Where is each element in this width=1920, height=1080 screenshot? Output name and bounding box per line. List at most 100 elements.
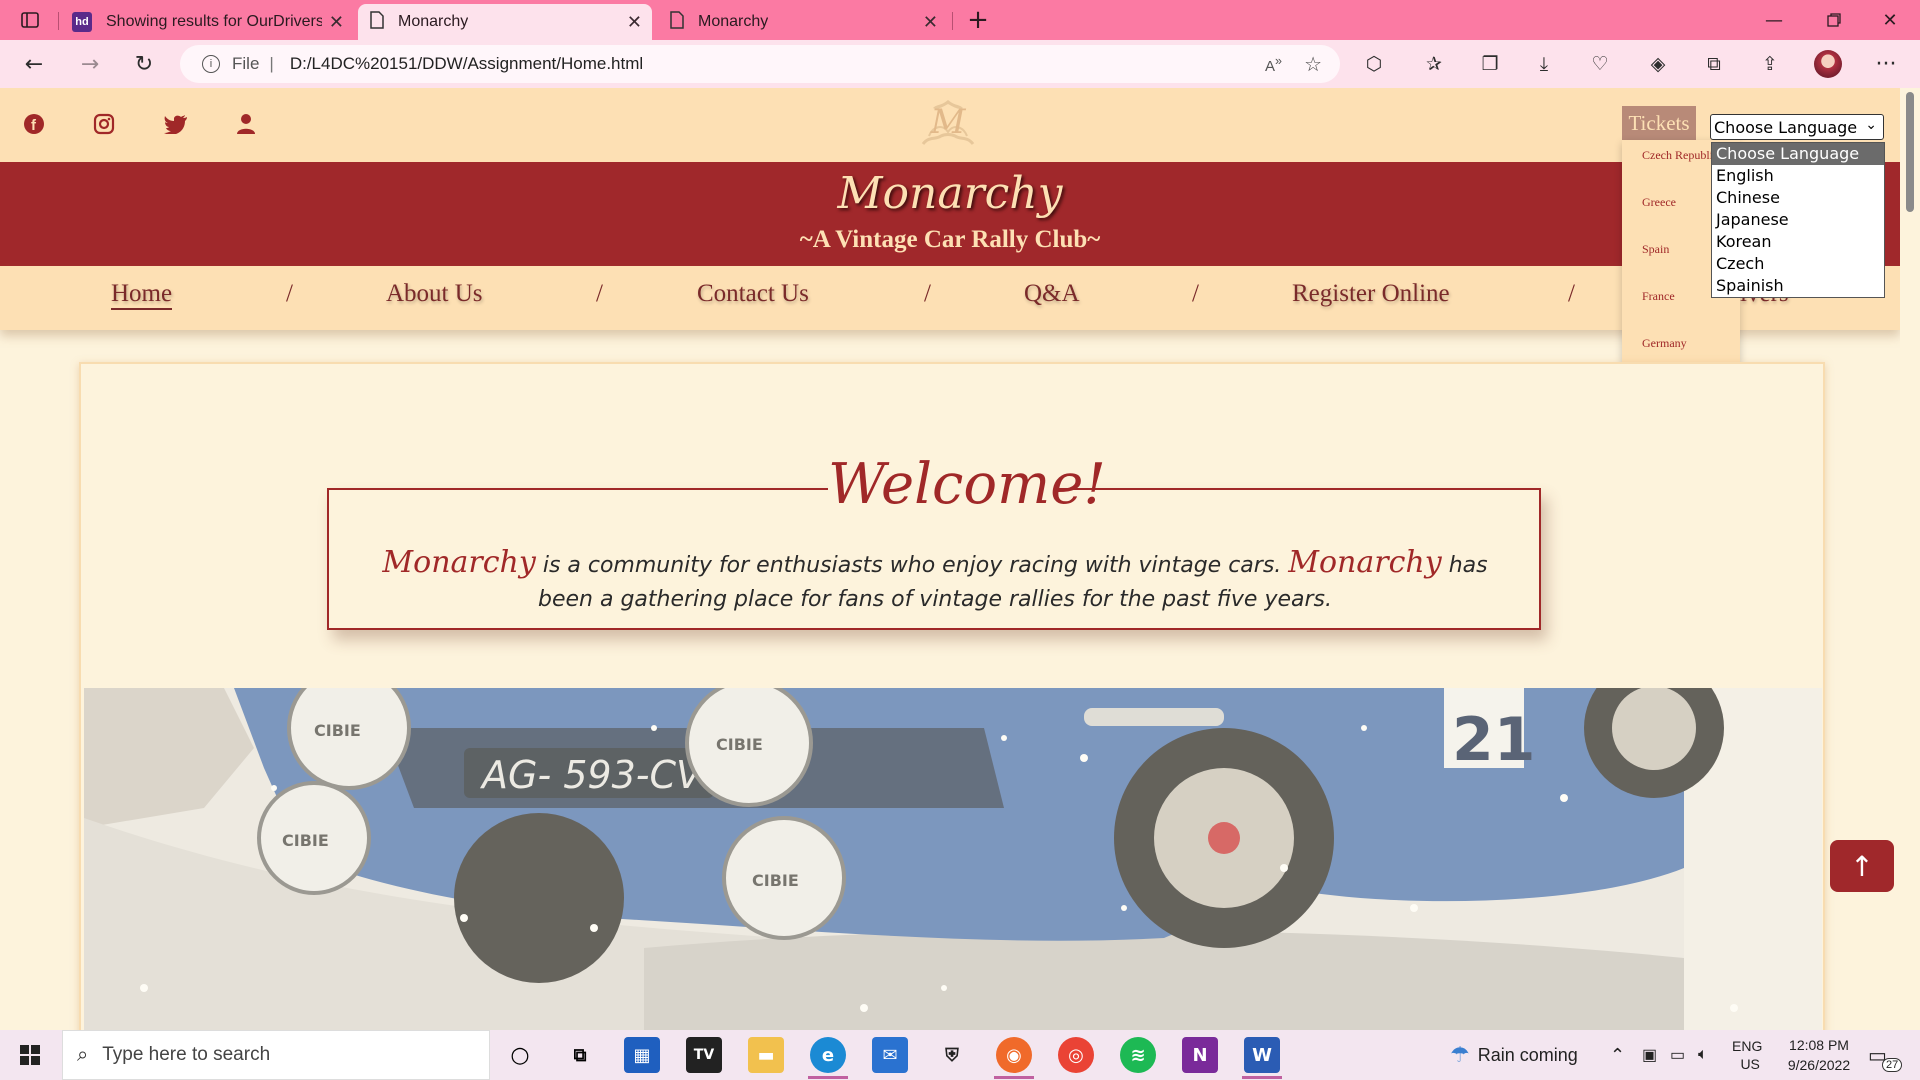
user-icon[interactable]	[232, 110, 260, 138]
language-option[interactable]: Spainish	[1712, 275, 1884, 297]
weather-widget[interactable]: ☂ Rain coming	[1450, 1030, 1578, 1080]
browser-essentials-icon[interactable]: ◈	[1638, 40, 1678, 88]
clock[interactable]: 12:08 PM 9/26/2022	[1776, 1030, 1862, 1080]
back-arrow-icon[interactable]: ←	[14, 40, 54, 88]
edge-browser-icon[interactable]: e	[810, 1037, 846, 1073]
tickets-item-france[interactable]: France	[1642, 289, 1675, 304]
minimize-icon[interactable]: —	[1746, 0, 1802, 40]
favorites-icon[interactable]: ✰	[1414, 40, 1454, 88]
tickets-item-greece[interactable]: Greece	[1642, 195, 1676, 210]
twitter-icon[interactable]	[162, 110, 190, 138]
performance-icon[interactable]: ♡	[1580, 40, 1620, 88]
file-explorer-icon[interactable]: ▬	[748, 1037, 784, 1073]
close-tab-icon[interactable]: ✕	[627, 12, 642, 33]
notification-count: 27	[1882, 1058, 1903, 1072]
tab-search-results[interactable]: hd Showing results for OurDrivers.h ✕	[64, 4, 354, 40]
nav-home[interactable]: Home	[111, 280, 173, 310]
collections-icon[interactable]: ❐	[1470, 40, 1510, 88]
share-icon[interactable]: ⇪	[1750, 40, 1790, 88]
chevron-down-icon: ⌄	[1865, 117, 1877, 133]
tickets-button[interactable]: Tickets	[1622, 106, 1696, 140]
tickets-item-spain[interactable]: Spain	[1642, 242, 1669, 257]
nav-separator: /	[1568, 280, 1575, 307]
tab-monarchy-active[interactable]: Monarchy ✕	[358, 4, 652, 40]
scrollbar-thumb[interactable]	[1906, 92, 1914, 212]
tickets-item-czech-republic[interactable]: Czech Republic	[1642, 148, 1718, 163]
tradingview-icon[interactable]: TV	[686, 1037, 722, 1073]
language-indicator[interactable]: ENG US	[1732, 1030, 1762, 1080]
rally-car-photo: AG- 593-CV CIBIE CIBIE CIBIE CIBIE 21	[84, 688, 1822, 1058]
profile-avatar[interactable]	[1808, 40, 1848, 88]
page-scrollbar[interactable]	[1900, 88, 1920, 1030]
tickets-item-germany[interactable]: Germany	[1642, 336, 1687, 351]
header-banner: Monarchy ~A Vintage Car Rally Club~	[0, 162, 1900, 266]
browser-tab-bar: hd Showing results for OurDrivers.h ✕ Mo…	[0, 0, 1920, 40]
task-view-icon[interactable]: ⧉	[562, 1037, 598, 1073]
region-code: US	[1740, 1056, 1760, 1072]
mail-icon[interactable]: ✉	[872, 1037, 908, 1073]
close-window-icon[interactable]: ✕	[1862, 0, 1918, 40]
new-tab-icon[interactable]: +	[950, 0, 1006, 40]
close-tab-icon[interactable]: ✕	[329, 12, 344, 33]
language-options-list: Choose Language English Chinese Japanese…	[1711, 142, 1885, 298]
battery-icon[interactable]: ▭	[1670, 1030, 1685, 1080]
nav-register-online[interactable]: Register Online	[1292, 280, 1450, 308]
close-tab-icon[interactable]: ✕	[923, 12, 938, 33]
meet-now-icon[interactable]: ▣	[1642, 1030, 1657, 1080]
nav-separator: /	[596, 280, 603, 307]
welcome-title: Welcome!	[828, 450, 1106, 520]
download-icon[interactable]: ⤓	[1524, 40, 1564, 88]
instagram-icon[interactable]	[90, 110, 118, 138]
tab-separator	[58, 12, 59, 30]
forward-arrow-icon[interactable]: →	[70, 40, 110, 88]
language-option[interactable]: Choose Language	[1712, 143, 1884, 165]
chevron-up-icon[interactable]: ⌃	[1610, 1030, 1625, 1080]
page-icon	[670, 10, 684, 34]
favorite-add-icon[interactable]: ☆	[1304, 52, 1322, 77]
read-aloud-icon[interactable]: A»	[1265, 54, 1282, 75]
tab-monarchy[interactable]: Monarchy ✕	[658, 4, 948, 40]
language-option[interactable]: Chinese	[1712, 187, 1884, 209]
language-option[interactable]: English	[1712, 165, 1884, 187]
top-strip: f M Tickets	[0, 88, 1900, 162]
monarchy-logo[interactable]: M	[915, 96, 981, 152]
security-shield-icon[interactable]: ⛨	[934, 1037, 970, 1073]
reload-icon[interactable]: ↻	[124, 40, 164, 88]
nav-contact-us[interactable]: Contact Us	[697, 280, 809, 308]
more-menu-icon[interactable]: ···	[1866, 40, 1906, 88]
site-brand-title: Monarchy	[837, 168, 1063, 219]
notification-center[interactable]: ▭ 27	[1868, 1030, 1903, 1080]
language-option[interactable]: Czech	[1712, 253, 1884, 275]
nav-qa[interactable]: Q&A	[1024, 280, 1080, 308]
cortana-icon[interactable]: ○	[502, 1037, 538, 1073]
url-text[interactable]: D:/L4DC%20151/DDW/Assignment/Home.html	[290, 54, 643, 74]
language-option[interactable]: Japanese	[1712, 209, 1884, 231]
volume-icon[interactable]: 🔈︎	[1698, 1030, 1708, 1080]
address-bar[interactable]: i File | D:/L4DC%20151/DDW/Assignment/Ho…	[180, 45, 1340, 83]
back-to-top-button[interactable]: ↑	[1830, 840, 1894, 892]
screenshot-icon[interactable]: ⧉	[1694, 40, 1734, 88]
word-icon[interactable]: W	[1244, 1037, 1280, 1073]
nav-about-us[interactable]: About Us	[386, 280, 483, 308]
firefox-icon[interactable]: ◉	[996, 1037, 1032, 1073]
tab-actions-icon[interactable]	[2, 0, 58, 40]
microsoft-store-icon[interactable]: ▦	[624, 1037, 660, 1073]
info-icon[interactable]: i	[202, 55, 220, 73]
facebook-icon[interactable]: f	[20, 110, 48, 138]
language-option[interactable]: Korean	[1712, 231, 1884, 253]
windows-taskbar: ⌕ Type here to search ○ ⧉ ▦ TV ▬ e ✉ ⛨ ◉…	[0, 1030, 1920, 1080]
inline-brand: Monarchy	[1288, 545, 1442, 580]
extensions-icon[interactable]: ⬡	[1354, 40, 1394, 88]
logo-letter: M	[930, 102, 966, 142]
tab-title: Showing results for OurDrivers.h	[106, 13, 322, 30]
chrome-icon[interactable]: ◎	[1058, 1037, 1094, 1073]
windows-start-icon[interactable]	[12, 1037, 48, 1073]
language-select[interactable]: Choose Language ⌄	[1710, 114, 1884, 140]
spotify-icon[interactable]: ≋	[1120, 1037, 1156, 1073]
nav-separator: /	[924, 280, 931, 307]
onenote-icon[interactable]: N	[1182, 1037, 1218, 1073]
taskbar-search-box[interactable]: ⌕ Type here to search	[62, 1030, 490, 1080]
restore-icon[interactable]	[1806, 0, 1862, 40]
active-app-indicator	[808, 1076, 848, 1079]
search-icon: ⌕	[77, 1043, 89, 1066]
